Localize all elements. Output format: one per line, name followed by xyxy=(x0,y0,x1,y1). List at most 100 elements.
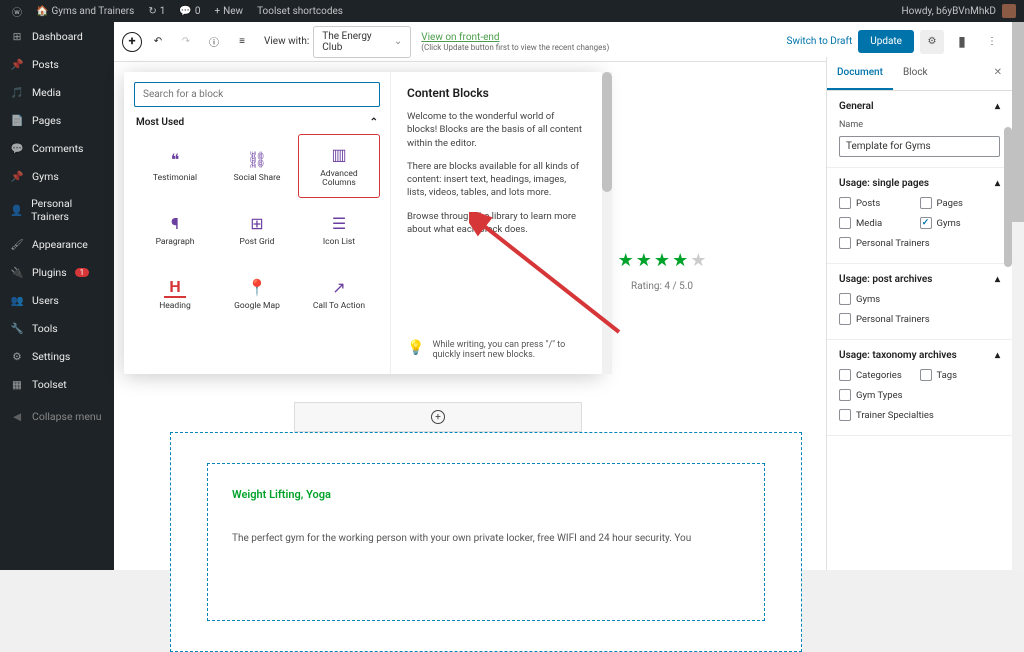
updates-link[interactable]: ↻ 1 xyxy=(144,6,169,17)
share-icon: ⛓ xyxy=(246,148,268,170)
checkbox-gyms[interactable]: Gyms xyxy=(920,217,1001,229)
info-button[interactable]: ⓘ xyxy=(202,30,226,54)
brush-icon: 🖌 xyxy=(10,237,24,251)
checkbox-gyms[interactable]: Gyms xyxy=(839,293,1000,305)
scrollbar[interactable] xyxy=(602,72,612,374)
settings-toggle-button[interactable]: ⚙ xyxy=(920,30,944,54)
close-icon[interactable]: ✕ xyxy=(984,57,1012,90)
scrollbar-thumb[interactable] xyxy=(1012,22,1024,222)
category-header[interactable]: Most Used ⌃ xyxy=(134,107,380,134)
sidebar-item-plugins[interactable]: 🔌Plugins1 xyxy=(0,258,114,286)
star-icon: ★ xyxy=(654,250,670,271)
view-hint: (Click Update button first to view the r… xyxy=(421,43,609,52)
chevron-down-icon: ⌄ xyxy=(394,36,402,47)
block-appender-row: + xyxy=(248,402,628,432)
block-tile-paragraph[interactable]: ¶Paragraph xyxy=(134,198,216,262)
checkbox-media[interactable]: Media xyxy=(839,217,920,229)
block-tile-heading[interactable]: HHeading xyxy=(134,262,216,326)
selected-block-region[interactable]: Weight Lifting, Yoga The perfect gym for… xyxy=(170,432,802,652)
sidebar-item-appearance[interactable]: 🖌Appearance xyxy=(0,230,114,258)
heading-icon: H xyxy=(164,276,186,298)
more-menu-button[interactable]: ⋮ xyxy=(980,30,1004,54)
pin-icon: 📌 xyxy=(10,169,24,183)
block-tile-testimonial[interactable]: ❝Testimonial xyxy=(134,134,216,198)
redo-button[interactable]: ↷ xyxy=(174,30,198,54)
section-general[interactable]: General▴ xyxy=(839,101,1000,112)
sidebar-item-pages[interactable]: 📄Pages xyxy=(0,106,114,134)
taxonomy-links[interactable]: Weight Lifting, Yoga xyxy=(232,488,740,501)
sidebar-item-dashboard[interactable]: ⊞Dashboard xyxy=(0,22,114,50)
checkbox-icon xyxy=(839,293,851,305)
checkbox-personal-trainers[interactable]: Personal Trainers xyxy=(839,313,1000,325)
search-input[interactable] xyxy=(134,82,380,107)
plugin-icon: 🔌 xyxy=(10,265,24,279)
body-text: The perfect gym for the working person w… xyxy=(232,531,740,546)
howdy-text[interactable]: Howdy, b6yBVnMhkD xyxy=(902,6,997,17)
sidebar-item-posts[interactable]: 📌Posts xyxy=(0,50,114,78)
block-tile-call-to-action[interactable]: ↗Call To Action xyxy=(298,262,380,326)
sidebar-item-settings[interactable]: ⚙Settings xyxy=(0,342,114,370)
block-tile-google-map[interactable]: 📍Google Map xyxy=(216,262,298,326)
list-icon: ☰ xyxy=(328,212,350,234)
wp-logo-icon[interactable]: ⓦ xyxy=(8,4,26,19)
switch-draft-button[interactable]: Switch to Draft xyxy=(787,36,853,47)
sidebar-item-toolset[interactable]: ▦Toolset xyxy=(0,370,114,398)
section-usage-single[interactable]: Usage: single pages▴ xyxy=(839,178,1000,189)
checkbox-pages[interactable]: Pages xyxy=(920,197,1001,209)
dashboard-icon: ⊞ xyxy=(10,29,24,43)
checkbox-personal-trainers[interactable]: Personal Trainers xyxy=(839,237,1000,249)
section-usage-tax[interactable]: Usage: taxonomy archives▴ xyxy=(839,350,1000,361)
avatar[interactable] xyxy=(1002,4,1016,18)
checkbox-categories[interactable]: Categories xyxy=(839,369,920,381)
sidebar-item-users[interactable]: 👥Users xyxy=(0,286,114,314)
pin-icon: 📌 xyxy=(10,57,24,71)
checkbox-gym-types[interactable]: Gym Types xyxy=(839,389,1000,401)
map-icon: 📍 xyxy=(246,276,268,298)
toolset-icon[interactable]: ▮ xyxy=(950,30,974,54)
admin-bar: ⓦ 🏠 Gyms and Trainers ↻ 1 💬 0 + New Tool… xyxy=(0,0,1024,22)
settings-icon: ⚙ xyxy=(10,349,24,363)
admin-sidebar: ⊞Dashboard📌Posts🎵Media📄Pages💬Comments📌Gy… xyxy=(0,22,114,570)
outline-button[interactable]: ≡ xyxy=(230,30,254,54)
add-block-appender[interactable]: + xyxy=(294,402,582,432)
scrollbar-thumb[interactable] xyxy=(602,72,612,192)
view-frontend-link[interactable]: View on front-end xyxy=(421,32,609,43)
sidebar-item-personal-trainers[interactable]: 👤Personal Trainers xyxy=(0,190,114,230)
add-block-button[interactable]: + xyxy=(122,32,142,52)
checkbox-posts[interactable]: Posts xyxy=(839,197,920,209)
checkbox-trainer-specialties[interactable]: Trainer Specialties xyxy=(839,409,1000,421)
page-scrollbar[interactable] xyxy=(1012,22,1024,570)
plus-icon: + xyxy=(431,410,445,424)
section-usage-archives[interactable]: Usage: post archives▴ xyxy=(839,274,1000,285)
sidebar-item-media[interactable]: 🎵Media xyxy=(0,78,114,106)
preview-post-select[interactable]: The Energy Club ⌄ xyxy=(313,26,411,58)
para-icon: ¶ xyxy=(164,212,186,234)
block-tile-post-grid[interactable]: ⊞Post Grid xyxy=(216,198,298,262)
tab-document[interactable]: Document xyxy=(827,57,893,90)
block-tile-social-share[interactable]: ⛓Social Share xyxy=(216,134,298,198)
inserter-info-panel: Content Blocks Welcome to the wonderful … xyxy=(390,72,602,374)
undo-button[interactable]: ↶ xyxy=(146,30,170,54)
sidebar-item-comments[interactable]: 💬Comments xyxy=(0,134,114,162)
collapse-menu[interactable]: ◀Collapse menu xyxy=(0,402,114,430)
tab-block[interactable]: Block xyxy=(893,57,938,90)
collapse-icon: ◀ xyxy=(10,409,24,423)
new-link[interactable]: + New xyxy=(210,6,247,17)
comments-link[interactable]: 💬 0 xyxy=(175,6,204,17)
shortcode-link[interactable]: Toolset shortcodes xyxy=(253,6,347,17)
checkbox-icon xyxy=(839,369,851,381)
block-tile-advanced-columns[interactable]: ▥AdvancedColumns xyxy=(298,134,380,198)
block-tile-icon-list[interactable]: ☰Icon List xyxy=(298,198,380,262)
sidebar-item-gyms[interactable]: 📌Gyms xyxy=(0,162,114,190)
update-button[interactable]: Update xyxy=(858,30,914,53)
star-icon: ★ xyxy=(690,250,706,271)
sidebar-item-tools[interactable]: 🔧Tools xyxy=(0,314,114,342)
wrench-icon: 🔧 xyxy=(10,321,24,335)
checkbox-icon xyxy=(920,197,932,209)
settings-panel: Document Block ✕ General▴ Name Usage: si… xyxy=(826,57,1012,570)
site-link[interactable]: 🏠 Gyms and Trainers xyxy=(32,6,138,17)
scrollbar-thumb[interactable] xyxy=(1004,127,1012,267)
template-name-input[interactable] xyxy=(839,136,1000,157)
checkbox-tags[interactable]: Tags xyxy=(920,369,1001,381)
chevron-up-icon: ▴ xyxy=(995,274,1000,285)
